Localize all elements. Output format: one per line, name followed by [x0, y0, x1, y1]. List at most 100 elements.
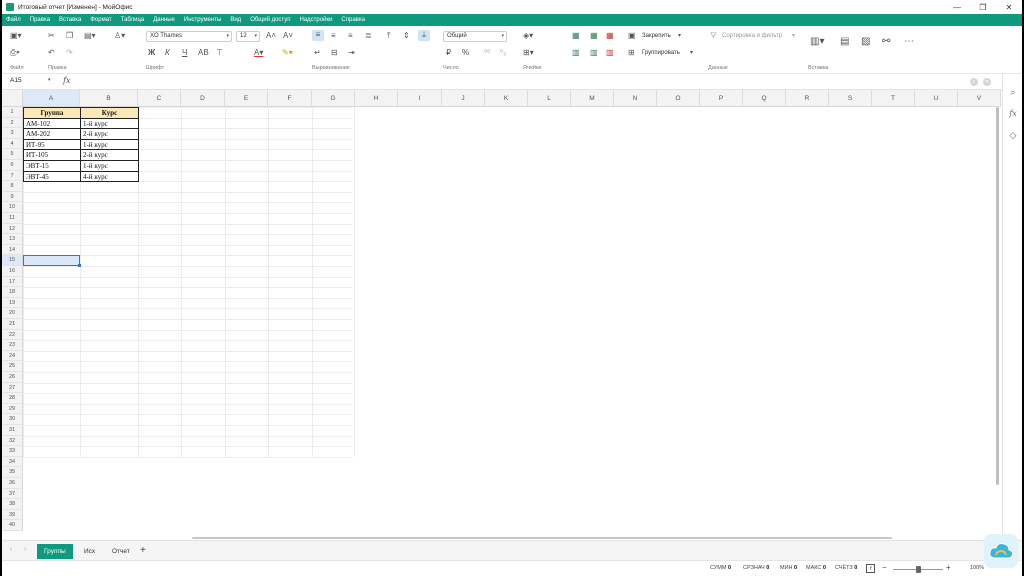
menu-tools[interactable]: Инструменты	[184, 17, 221, 23]
row-header-21[interactable]: 21	[2, 319, 23, 330]
zoom-out-icon[interactable]: −	[882, 563, 887, 572]
table-icon[interactable]: ▤	[840, 37, 849, 47]
column-header-m[interactable]: M	[571, 90, 614, 107]
group-rows-icon[interactable]: ⊞	[628, 48, 635, 58]
underline-button[interactable]: Ч	[182, 48, 187, 58]
row-header-7[interactable]: 7	[2, 170, 23, 182]
function-icon[interactable]: f	[866, 564, 875, 573]
column-header-l[interactable]: L	[528, 90, 571, 107]
column-header-k[interactable]: K	[485, 90, 528, 107]
search-icon[interactable]: ⌕	[1007, 86, 1019, 98]
row-header-24[interactable]: 24	[2, 350, 23, 362]
link-icon[interactable]: ⚯	[882, 37, 890, 47]
column-header-f[interactable]: F	[268, 90, 312, 107]
row-header-20[interactable]: 20	[2, 308, 23, 319]
row-header-14[interactable]: 14	[2, 244, 23, 256]
bold-button[interactable]: Ж	[148, 48, 155, 58]
chart-icon[interactable]: ▥▾	[810, 37, 824, 47]
undo-icon[interactable]: ↶	[48, 48, 55, 58]
row-header-38[interactable]: 38	[2, 499, 23, 510]
row-header-36[interactable]: 36	[2, 478, 23, 489]
row-header-34[interactable]: 34	[2, 456, 23, 468]
selected-cell[interactable]	[23, 255, 81, 267]
row-header-11[interactable]: 11	[2, 213, 23, 224]
row-header-37[interactable]: 37	[2, 488, 23, 500]
align-center-icon[interactable]: ≡	[331, 31, 336, 41]
fx-icon[interactable]: fx	[63, 76, 70, 85]
align-left-icon[interactable]: ≡	[312, 30, 324, 41]
row-header-30[interactable]: 30	[2, 414, 23, 425]
currency-button[interactable]: ₽	[446, 48, 451, 58]
column-header-b[interactable]: B	[80, 90, 138, 107]
group-button[interactable]: Группировать	[642, 48, 680, 58]
cell-reference-field[interactable]: A15	[10, 77, 22, 84]
menu-view[interactable]: Вид	[230, 17, 241, 23]
row-header-39[interactable]: 39	[2, 509, 23, 521]
row-header-29[interactable]: 29	[2, 403, 23, 415]
format-painter-icon[interactable]: ♙▾	[114, 31, 125, 41]
decrease-font-icon[interactable]: A˅	[283, 31, 293, 41]
menu-file[interactable]: Файл	[6, 17, 21, 23]
row-header-25[interactable]: 25	[2, 361, 23, 372]
row-header-10[interactable]: 10	[2, 202, 23, 213]
column-header-n[interactable]: N	[614, 90, 657, 107]
row-header-3[interactable]: 3	[2, 128, 23, 139]
column-header-r[interactable]: R	[786, 90, 829, 107]
prev-sheet-icon[interactable]: ‹	[10, 546, 12, 553]
column-header-v[interactable]: V	[958, 90, 1001, 107]
vertical-scrollbar[interactable]	[996, 107, 999, 485]
insert-row-icon[interactable]: ▦	[572, 31, 580, 41]
redo-icon[interactable]: ↷	[66, 48, 73, 58]
fill-color-icon[interactable]: ◈▾	[523, 31, 533, 41]
column-header-h[interactable]: H	[355, 90, 398, 107]
menu-edit[interactable]: Правка	[30, 17, 50, 23]
row-header-5[interactable]: 5	[2, 149, 23, 160]
align-middle-icon[interactable]: ⇕	[403, 31, 410, 41]
row-header-31[interactable]: 31	[2, 425, 23, 436]
percent-button[interactable]: %	[462, 48, 469, 58]
column-header-d[interactable]: D	[181, 90, 225, 107]
insert-column-icon[interactable]: ▦	[590, 31, 598, 41]
menu-sharing[interactable]: Общий доступ	[250, 17, 290, 23]
more-icon[interactable]: ⋯	[904, 37, 914, 47]
subscript-icon[interactable]: ⊤	[216, 48, 223, 58]
next-sheet-icon[interactable]: ›	[24, 546, 26, 553]
row-header-28[interactable]: 28	[2, 393, 23, 404]
row-header-22[interactable]: 22	[2, 329, 23, 341]
filter-icon[interactable]: ⛛	[710, 31, 717, 41]
menu-insert[interactable]: Вставка	[59, 17, 81, 23]
cut-icon[interactable]: ✂	[48, 31, 55, 41]
paste-icon[interactable]: ▤▾	[84, 31, 96, 41]
column-header-j[interactable]: J	[442, 90, 485, 107]
function-icon[interactable]: fx	[1007, 108, 1019, 120]
row-header-19[interactable]: 19	[2, 297, 23, 309]
sheet-tab-report[interactable]: Отчет	[105, 544, 137, 559]
column-header-u[interactable]: U	[915, 90, 958, 107]
chevron-down-icon[interactable]: ▾	[690, 48, 693, 58]
row-header-32[interactable]: 32	[2, 435, 23, 447]
align-justify-icon[interactable]: ≣	[365, 31, 372, 41]
zoom-level[interactable]: 100%	[970, 565, 984, 571]
sheet-tab-groups[interactable]: Группы	[37, 544, 73, 559]
font-size-select[interactable]: 12 ▾	[236, 31, 260, 42]
maximize-button[interactable]: ❐	[970, 0, 996, 14]
select-all-corner[interactable]	[2, 90, 23, 107]
cancel-icon[interactable]: ✕	[983, 78, 991, 86]
font-color-icon[interactable]: A▾	[254, 48, 263, 58]
delete-column-icon[interactable]: ▥	[606, 48, 614, 58]
menu-help[interactable]: Справка	[341, 17, 365, 23]
zoom-in-icon[interactable]: +	[946, 563, 951, 572]
row-header-1[interactable]: 1	[2, 107, 23, 118]
column-header-i[interactable]: I	[398, 90, 442, 107]
column-header-g[interactable]: G	[312, 90, 355, 107]
close-button[interactable]: ✕	[996, 0, 1022, 14]
row-header-23[interactable]: 23	[2, 340, 23, 351]
font-name-select[interactable]: XO Thames ▾	[146, 31, 232, 42]
menu-format[interactable]: Формат	[90, 17, 111, 23]
row-header-16[interactable]: 16	[2, 266, 23, 277]
wrap-text-icon[interactable]: ↵	[314, 48, 321, 58]
freeze-button[interactable]: Закрепить	[642, 31, 671, 41]
sheet-tab-source[interactable]: Исх	[77, 544, 102, 559]
indent-icon[interactable]: ⇥	[348, 48, 355, 58]
merge-cells-icon[interactable]: ⊟	[331, 48, 338, 58]
